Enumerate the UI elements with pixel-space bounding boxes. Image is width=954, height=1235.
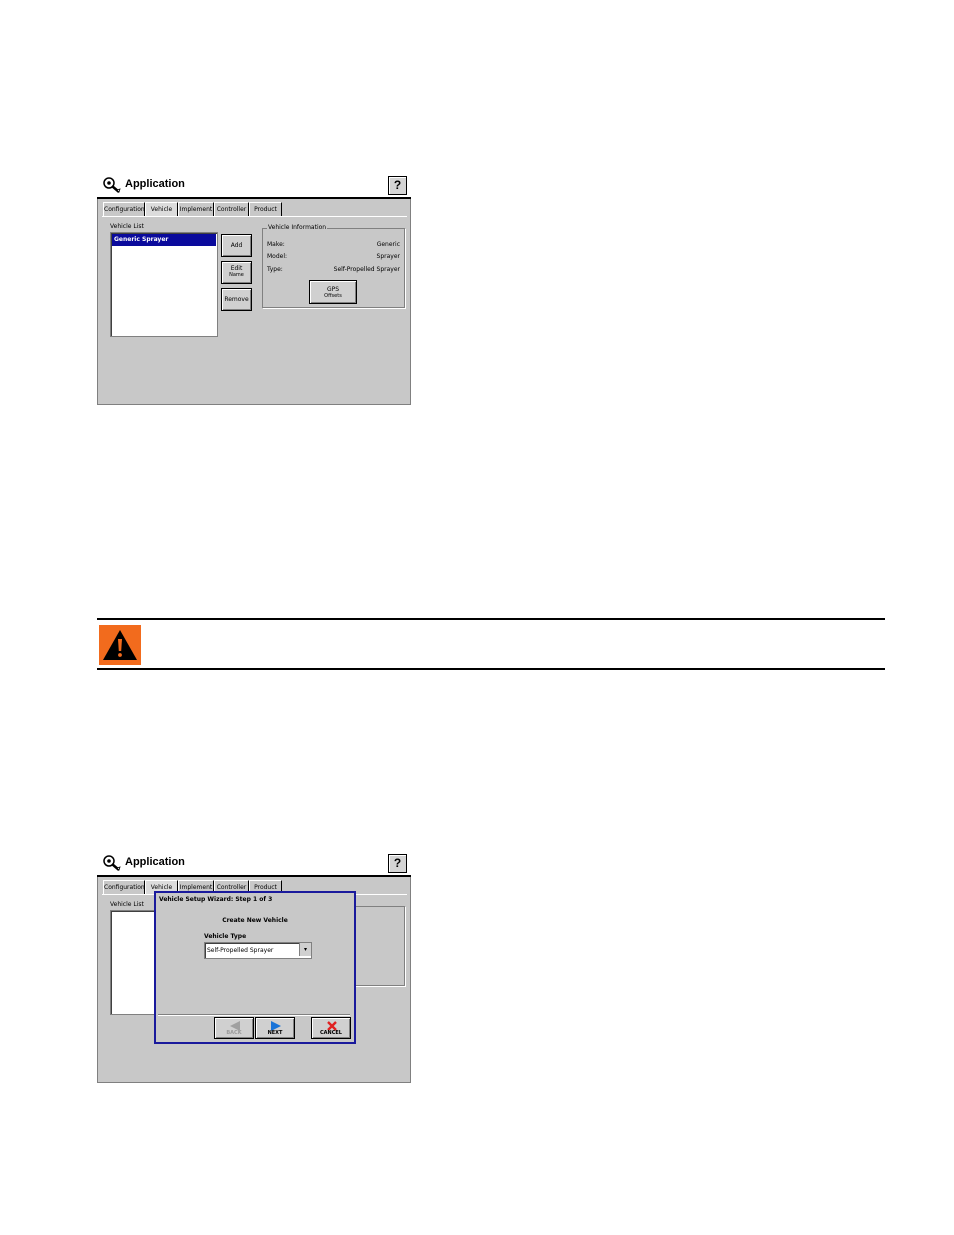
wizard-heading: Create New Vehicle [222, 917, 288, 924]
help-button[interactable]: ? [388, 854, 407, 873]
tab-configuration[interactable]: Configuration [103, 202, 145, 216]
remove-vehicle-button[interactable]: Remove [221, 288, 252, 311]
vehicle-list-label: Vehicle List [110, 223, 144, 230]
remove-button-label: Remove [224, 296, 249, 303]
edit-name-button[interactable]: Edit Name [221, 261, 252, 284]
vehicle-type-label: Vehicle Type [204, 933, 247, 940]
info-row-model: Model: Sprayer [267, 253, 400, 261]
tab-vehicle[interactable]: Vehicle [145, 202, 178, 217]
warning-bar [97, 618, 885, 670]
gps-offsets-button[interactable]: GPS Offsets [309, 280, 357, 304]
vehicle-list[interactable]: Generic Sprayer [110, 232, 218, 337]
tab-configuration[interactable]: Configuration [103, 880, 145, 894]
app-title: Application [125, 856, 185, 868]
cancel-button-label: CANCEL [320, 1030, 342, 1036]
type-value: Self-Propelled Sprayer [333, 266, 400, 273]
tab-product[interactable]: Product [249, 202, 282, 216]
tab-implement[interactable]: Implement [178, 202, 214, 216]
cancel-button[interactable]: CANCEL [311, 1017, 351, 1039]
wrench-gear-icon [103, 177, 121, 193]
info-row-type: Type: Self-Propelled Sprayer [267, 266, 400, 274]
type-label: Type: [267, 266, 283, 273]
help-button[interactable]: ? [388, 176, 407, 195]
application-screen-vehicle: Application ? Configuration Vehicle Impl… [97, 173, 411, 405]
application-screen-wizard: Application ? Configuration Vehicle Impl… [97, 851, 411, 1083]
app-body: Configuration Vehicle Implement Controll… [97, 199, 411, 405]
vehicle-setup-wizard-dialog: Vehicle Setup Wizard: Step 1 of 3 Create… [154, 891, 356, 1044]
vehicle-type-value: Self-Propelled Sprayer [207, 947, 274, 954]
gps-button-label-line2: Offsets [324, 293, 342, 299]
warning-icon [99, 625, 141, 665]
vehicle-information-group: Vehicle Information Make: Generic Model:… [262, 224, 405, 308]
info-row-make: Make: Generic [267, 241, 400, 249]
vehicle-type-select[interactable]: Self-Propelled Sprayer ▾ [204, 942, 312, 959]
vehicle-tab-panel: Vehicle List Generic Sprayer Add Edit Na… [102, 216, 407, 402]
next-button-label: NEXT [267, 1030, 283, 1036]
edit-button-label-line1: Edit [230, 265, 243, 272]
make-value: Generic [376, 241, 400, 248]
chevron-down-icon[interactable]: ▾ [299, 943, 311, 956]
gps-button-label-line1: GPS [326, 286, 340, 293]
edit-button-label-line2: Name [229, 272, 244, 278]
app-title: Application [125, 178, 185, 190]
list-item[interactable]: Generic Sprayer [112, 234, 216, 246]
add-button-label: Add [230, 242, 243, 249]
back-button[interactable]: BACK [214, 1017, 254, 1039]
next-button[interactable]: NEXT [255, 1017, 295, 1039]
wizard-divider [158, 1014, 350, 1016]
vehicle-information-title: Vehicle Information [267, 224, 328, 231]
title-bar: Application ? [97, 173, 411, 199]
add-vehicle-button[interactable]: Add [221, 234, 252, 257]
wizard-title: Vehicle Setup Wizard: Step 1 of 3 [159, 896, 273, 903]
model-value: Sprayer [376, 253, 400, 260]
tab-controller[interactable]: Controller [214, 202, 249, 216]
make-label: Make: [267, 241, 285, 248]
wrench-gear-icon [103, 855, 121, 871]
back-button-label: BACK [226, 1030, 242, 1036]
vehicle-list-label: Vehicle List [110, 901, 144, 908]
title-bar: Application ? [97, 851, 411, 877]
model-label: Model: [267, 253, 288, 260]
